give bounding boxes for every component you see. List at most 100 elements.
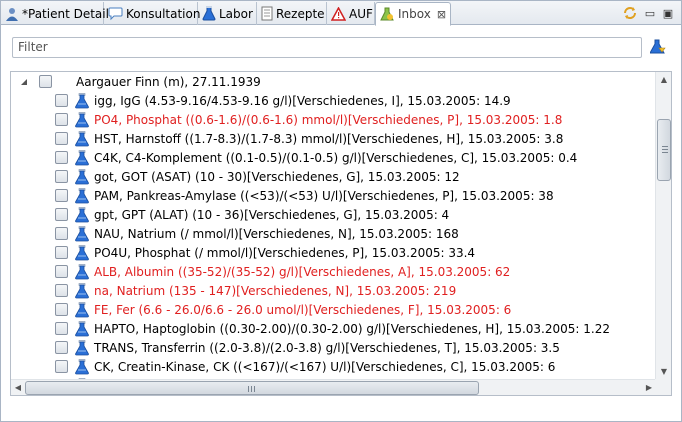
lab-result-text: HST, Harnstoff ((1.7-8.3)/(1.7-8.3) mmol… — [94, 131, 564, 146]
lab-result-row[interactable]: PAM, Pankreas-Amylase ((<53)/(<53) U/l)[… — [55, 186, 554, 205]
lab-result-checkbox[interactable] — [55, 265, 68, 278]
lab-result-checkbox[interactable] — [55, 341, 68, 354]
lab-result-checkbox[interactable] — [55, 246, 68, 259]
flask-icon — [202, 6, 216, 22]
tab-bar: *Patient Detail Konsultation Labor Rezep… — [1, 1, 681, 26]
tab-label: Rezepte — [276, 6, 325, 21]
flask-icon — [74, 149, 90, 166]
inbox-view: *Patient Detail Konsultation Labor Rezep… — [0, 0, 682, 422]
tree-content: Aargauer Finn (m), 27.11.1939 igg, IgG (… — [11, 72, 656, 396]
lab-result-checkbox[interactable] — [55, 94, 68, 107]
lab-result-text: got, GOT (ASAT) (10 - 30)[Verschiedenes,… — [94, 169, 460, 184]
flask-icon — [74, 263, 90, 280]
flask-icon — [74, 282, 90, 299]
lab-result-row[interactable]: C4K, C4-Komplement ((0.1-0.5)/(0.1-0.5) … — [55, 148, 577, 167]
lab-result-text: CK, Creatin-Kinase, CK ((<167)/(<167) U/… — [94, 359, 556, 374]
scroll-down-icon[interactable]: ▼ — [659, 367, 669, 377]
lab-result-text: gpt, GPT (ALAT) (10 - 36)[Verschiedenes,… — [94, 207, 450, 222]
lab-result-row[interactable]: NAU, Natrium (/ mmol/l)[Verschiedenes, N… — [55, 224, 459, 243]
filter-flask-icon[interactable] — [649, 38, 667, 56]
patient-node[interactable]: Aargauer Finn (m), 27.11.1939 — [19, 72, 261, 91]
tab-auf[interactable]: AUF — [327, 2, 375, 25]
vertical-scrollbar[interactable]: ▲ ▼ — [655, 72, 671, 380]
filter-input[interactable]: Filter — [12, 37, 642, 58]
lab-result-row[interactable]: got, GOT (ASAT) (10 - 30)[Verschiedenes,… — [55, 167, 460, 186]
tab-inbox[interactable]: Inbox ⊠ — [375, 2, 451, 26]
tab-patient-detail[interactable]: *Patient Detail — [1, 2, 109, 25]
scroll-left-icon[interactable]: ◀ — [13, 383, 23, 393]
flask-icon — [74, 244, 90, 261]
lab-result-text: PO4, Phosphat ((0.6-1.6)/(0.6-1.6) mmol/… — [94, 112, 563, 127]
lab-result-row[interactable]: igg, IgG (4.53-9.16/4.53-9.16 g/l)[Versc… — [55, 91, 511, 110]
results-tree[interactable]: Aargauer Finn (m), 27.11.1939 igg, IgG (… — [10, 71, 672, 396]
lab-result-text: C4K, C4-Komplement ((0.1-0.5)/(0.1-0.5) … — [94, 150, 578, 165]
refresh-icon[interactable] — [621, 4, 639, 22]
lab-result-checkbox[interactable] — [55, 151, 68, 164]
flask-icon — [74, 111, 90, 128]
tab-konsultation[interactable]: Konsultation — [104, 2, 201, 25]
lab-result-text: FE, Fer (6.6 - 26.0/6.6 - 26.0 umol/l)[V… — [94, 302, 512, 317]
lab-result-text: PAM, Pankreas-Amylase ((<53)/(<53) U/l)[… — [94, 188, 554, 203]
lab-result-row[interactable]: gpt, GPT (ALAT) (10 - 36)[Verschiedenes,… — [55, 205, 449, 224]
lab-result-row[interactable]: na, Natrium (135 - 147)[Verschiedenes, N… — [55, 281, 456, 300]
minimize-button[interactable]: ▭ — [641, 4, 659, 22]
lab-result-checkbox[interactable] — [55, 360, 68, 373]
maximize-button[interactable]: ▣ — [659, 4, 677, 22]
tab-label: Konsultation — [126, 6, 201, 21]
lab-result-checkbox[interactable] — [55, 284, 68, 297]
lab-result-checkbox[interactable] — [55, 227, 68, 240]
scroll-right-icon[interactable]: ▶ — [644, 383, 654, 393]
lab-result-row[interactable]: CK, Creatin-Kinase, CK ((<167)/(<167) U/… — [55, 357, 555, 376]
lab-result-text: na, Natrium (135 - 147)[Verschiedenes, N… — [94, 283, 457, 298]
lab-result-checkbox[interactable] — [55, 189, 68, 202]
lab-result-checkbox[interactable] — [55, 113, 68, 126]
collapse-triangle-icon[interactable] — [19, 77, 29, 87]
lab-result-text: NAU, Natrium (/ mmol/l)[Verschiedenes, N… — [94, 226, 459, 241]
person-icon — [5, 6, 19, 22]
horizontal-scrollbar[interactable]: ◀ ▶ — [11, 379, 656, 395]
lab-result-text: HAPTO, Haptoglobin ((0.30-2.00)/(0.30-2.… — [94, 321, 610, 336]
flask-icon — [74, 320, 90, 337]
lab-result-checkbox[interactable] — [55, 170, 68, 183]
speech-bubble-icon — [108, 6, 123, 22]
patient-checkbox[interactable] — [39, 75, 52, 88]
lab-result-checkbox[interactable] — [55, 303, 68, 316]
lab-result-row[interactable]: HST, Harnstoff ((1.7-8.3)/(1.7-8.3) mmol… — [55, 129, 563, 148]
tab-labor[interactable]: Labor — [198, 2, 257, 25]
lab-result-row[interactable]: PO4U, Phosphat (/ mmol/l)[Verschiedenes,… — [55, 243, 475, 262]
tab-label: *Patient Detail — [22, 6, 109, 21]
flask-icon — [74, 225, 90, 242]
lab-result-row[interactable]: ALB, Albumin ((35-52)/(35-52) g/l)[Versc… — [55, 262, 510, 281]
flask-icon — [74, 206, 90, 223]
document-icon — [261, 6, 273, 22]
tab-rezepte[interactable]: Rezepte — [257, 2, 327, 25]
flask-icon — [74, 92, 90, 109]
lab-result-row[interactable]: TRANS, Transferrin ((2.0-3.8)/(2.0-3.8) … — [55, 338, 560, 357]
tab-label: Inbox — [398, 7, 431, 21]
vertical-scroll-thumb[interactable] — [657, 119, 671, 181]
close-icon[interactable]: ⊠ — [437, 8, 446, 21]
horizontal-scroll-thumb[interactable] — [25, 381, 479, 395]
lab-result-text: igg, IgG (4.53-9.16/4.53-9.16 g/l)[Versc… — [94, 93, 511, 108]
tab-label: Labor — [219, 6, 253, 21]
flask-icon — [74, 301, 90, 318]
flask-icon — [74, 168, 90, 185]
lab-result-row[interactable]: FE, Fer (6.6 - 26.0/6.6 - 26.0 umol/l)[V… — [55, 300, 511, 319]
lab-result-row[interactable]: HAPTO, Haptoglobin ((0.30-2.00)/(0.30-2.… — [55, 319, 610, 338]
warning-icon — [331, 6, 346, 22]
patient-label: Aargauer Finn (m), 27.11.1939 — [76, 74, 261, 89]
lab-result-row[interactable]: PO4, Phosphat ((0.6-1.6)/(0.6-1.6) mmol/… — [55, 110, 562, 129]
tab-label: AUF — [349, 6, 373, 21]
lab-result-row[interactable]: KU, Kalium (/ mmol/l)[Verschiedenes, K],… — [55, 395, 440, 396]
lab-result-text: ALB, Albumin ((35-52)/(35-52) g/l)[Versc… — [94, 264, 511, 279]
flask-icon — [74, 358, 90, 375]
inbox-flask-icon — [380, 6, 395, 22]
lab-result-text: PO4U, Phosphat (/ mmol/l)[Verschiedenes,… — [94, 245, 476, 260]
scroll-up-icon[interactable]: ▲ — [659, 75, 669, 85]
lab-result-checkbox[interactable] — [55, 322, 68, 335]
lab-result-checkbox[interactable] — [55, 208, 68, 221]
scroll-corner — [655, 379, 671, 395]
flask-icon — [74, 130, 90, 147]
flask-icon — [74, 187, 90, 204]
lab-result-checkbox[interactable] — [55, 132, 68, 145]
